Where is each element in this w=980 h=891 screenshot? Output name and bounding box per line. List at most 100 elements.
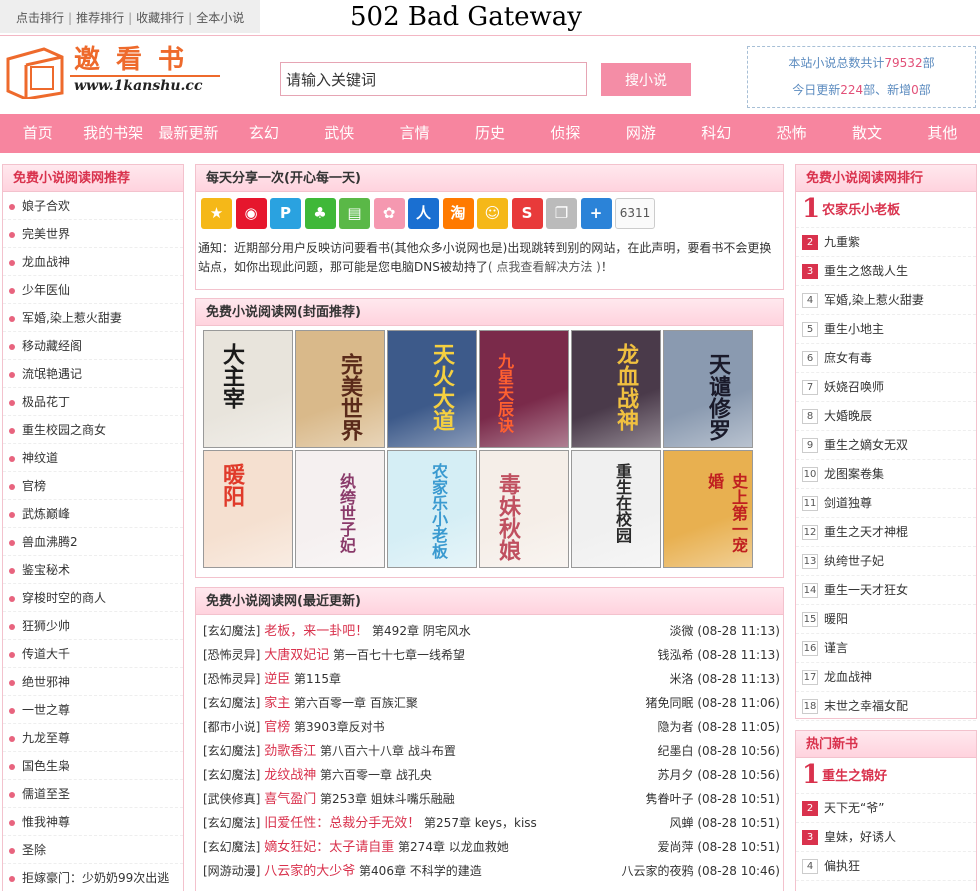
book-link[interactable]: 偏执狂 [824,859,860,873]
book-cover[interactable]: 农家乐小老板 [387,450,477,568]
nav-item[interactable]: 其他 [905,114,980,153]
rank-item[interactable]: 1BEST重生之锦好 [796,758,976,794]
recommend-item[interactable]: 狂狮少帅 [3,612,183,640]
book-link[interactable]: 大婚晚辰 [824,409,872,423]
recommend-item[interactable]: 鉴宝秘术 [3,556,183,584]
recommend-item[interactable]: 官榜 [3,472,183,500]
book-link[interactable]: 兽血沸腾2 [22,535,78,549]
recommend-item[interactable]: 惟我神尊 [3,808,183,836]
book-title-link[interactable]: 喜气盈门 [264,792,316,807]
category-label[interactable]: [玄幻魔法] [203,840,260,854]
book-cover[interactable]: 完美世界 [295,330,385,448]
recommend-item[interactable]: 军婚,染上惹火甜妻 [3,304,183,332]
nav-item[interactable]: 玄幻 [226,114,301,153]
nav-item[interactable]: 网游 [603,114,678,153]
recommend-item[interactable]: 神纹道 [3,444,183,472]
rank-item[interactable]: 18 末世之幸福女配 [796,692,976,721]
taobao-icon[interactable]: 淘 [442,198,474,229]
rank-item[interactable]: 17 龙血战神 [796,663,976,692]
chapter-link[interactable]: 第274章 以龙血救她 [398,840,509,854]
book-link[interactable]: 纨绔世子妃 [824,554,884,568]
category-label[interactable]: [网游动漫] [203,864,260,878]
site-logo[interactable]: 邀看书 www.1kanshu.cc [4,41,230,105]
book-link[interactable]: 绝世邪神 [22,675,70,689]
recommend-item[interactable]: 龙血战神 [3,248,183,276]
book-link[interactable]: 重生之天才神棍 [824,525,908,539]
chapter-link[interactable]: 第六百零一章 战孔央 [320,768,432,782]
chapter-link[interactable]: 第115章 [294,672,341,686]
book-link[interactable]: 军婚,染上惹火甜妻 [22,311,122,325]
chapter-link[interactable]: 第253章 姐妹斗嘴乐融融 [320,792,455,806]
book-link[interactable]: 谨言 [824,641,848,655]
book-link[interactable]: 流氓艳遇记 [22,367,82,381]
chapter-link[interactable]: 第3903章反对书 [294,720,385,734]
book-link[interactable]: 重生一天才狂女 [824,583,908,597]
book-cover[interactable]: 暖阳 [203,450,293,568]
sohu-icon[interactable]: S [511,198,543,229]
book-link[interactable]: 武炼巅峰 [22,507,70,521]
category-label[interactable]: [玄幻魔法] [203,744,260,758]
book-link[interactable]: 极品花丁 [22,395,70,409]
rank-item[interactable]: 2 天下无“爷” [796,794,976,823]
book-link[interactable]: 九龙至尊 [22,731,70,745]
rank-item[interactable]: 8 大婚晚辰 [796,402,976,431]
recommend-item[interactable]: 重生校园之商女 [3,416,183,444]
book-link[interactable]: 儒道至圣 [22,787,70,801]
recommend-item[interactable]: 儒道至圣 [3,780,183,808]
book-cover[interactable]: 史上第一宠婚 [663,450,753,568]
recommend-item[interactable]: 极品花丁 [3,388,183,416]
book-title-link[interactable]: 官榜 [264,720,290,735]
book-link[interactable]: 一世之尊 [22,703,70,717]
book-link[interactable]: 农家乐小老板 [822,203,900,218]
book-cover[interactable]: 重生在校园 [571,450,661,568]
rank-item[interactable]: 1BEST农家乐小老板 [796,192,976,228]
book-cover[interactable]: 龙血战神 [571,330,661,448]
book-link[interactable]: 国色生枭 [22,759,70,773]
nav-item[interactable]: 首页 [0,114,75,153]
nav-item[interactable]: 言情 [377,114,452,153]
flower-icon[interactable]: ✿ [373,198,405,229]
category-label[interactable]: [恐怖灵异] [203,672,260,686]
category-label[interactable]: [玄幻魔法] [203,768,260,782]
qzone-icon[interactable]: ★ [201,198,232,229]
book-title-link[interactable]: 老板，来一卦吧！ [264,624,368,639]
book-link[interactable]: 娘子合欢 [22,199,70,213]
nav-item[interactable]: 最新更新 [151,114,226,153]
category-label[interactable]: [都市小说] [203,720,260,734]
book-title-link[interactable]: 大唐双妃记 [264,648,329,663]
clover-icon[interactable]: ♣ [304,198,336,229]
book-link[interactable]: 重生之锦好 [822,769,887,784]
chapter-link[interactable]: 第一百七十七章一线希望 [333,648,465,662]
rank-item[interactable]: 2 九重紫 [796,228,976,257]
tencent-weibo-icon[interactable]: P [270,198,301,229]
chapter-link[interactable]: 第六百零一章 百族汇聚 [294,696,418,710]
book-link[interactable]: 鉴宝秘术 [22,563,70,577]
rank-item[interactable]: 16 谨言 [796,634,976,663]
book-link[interactable]: 重生校园之商女 [22,423,106,437]
book-link[interactable]: 官榜 [22,479,46,493]
book-link[interactable]: 移动藏经阁 [22,339,82,353]
rank-item[interactable]: 3 重生之悠哉人生 [796,257,976,286]
book-link[interactable]: 天下无“爷” [824,801,884,815]
recommend-item[interactable]: 传道大千 [3,640,183,668]
recommend-item[interactable]: 武炼巅峰 [3,500,183,528]
category-label[interactable]: [恐怖灵异] [203,648,260,662]
rank-item[interactable]: 5 重生小地主 [796,315,976,344]
rank-item[interactable]: 7 妖娆召唤师 [796,373,976,402]
book-title-link[interactable]: 逆臣 [264,672,290,687]
rank-item[interactable]: 3 皇妹，好诱人 [796,823,976,852]
book-link[interactable]: 传道大千 [22,647,70,661]
nav-item[interactable]: 科幻 [679,114,754,153]
category-label[interactable]: [玄幻魔法] [203,816,260,830]
book-link[interactable]: 妖娆召唤师 [824,380,884,394]
recommend-item[interactable]: 拒嫁豪门：少奶奶99次出逃 [3,864,183,891]
book-link[interactable]: 龙图案卷集 [824,467,884,481]
book-cover[interactable]: 天火大道 [387,330,477,448]
rank-item[interactable]: 12 重生之天才神棍 [796,518,976,547]
book-link[interactable]: 圣除 [22,843,46,857]
rank-item[interactable]: 4 军婚,染上惹火甜妻 [796,286,976,315]
chapter-link[interactable]: 第257章 keys，kiss [424,816,537,830]
book-link[interactable]: 完美世界 [22,227,70,241]
book-cover[interactable]: 毒妹秋娘 [479,450,569,568]
rank-item[interactable]: 14 重生一天才狂女 [796,576,976,605]
